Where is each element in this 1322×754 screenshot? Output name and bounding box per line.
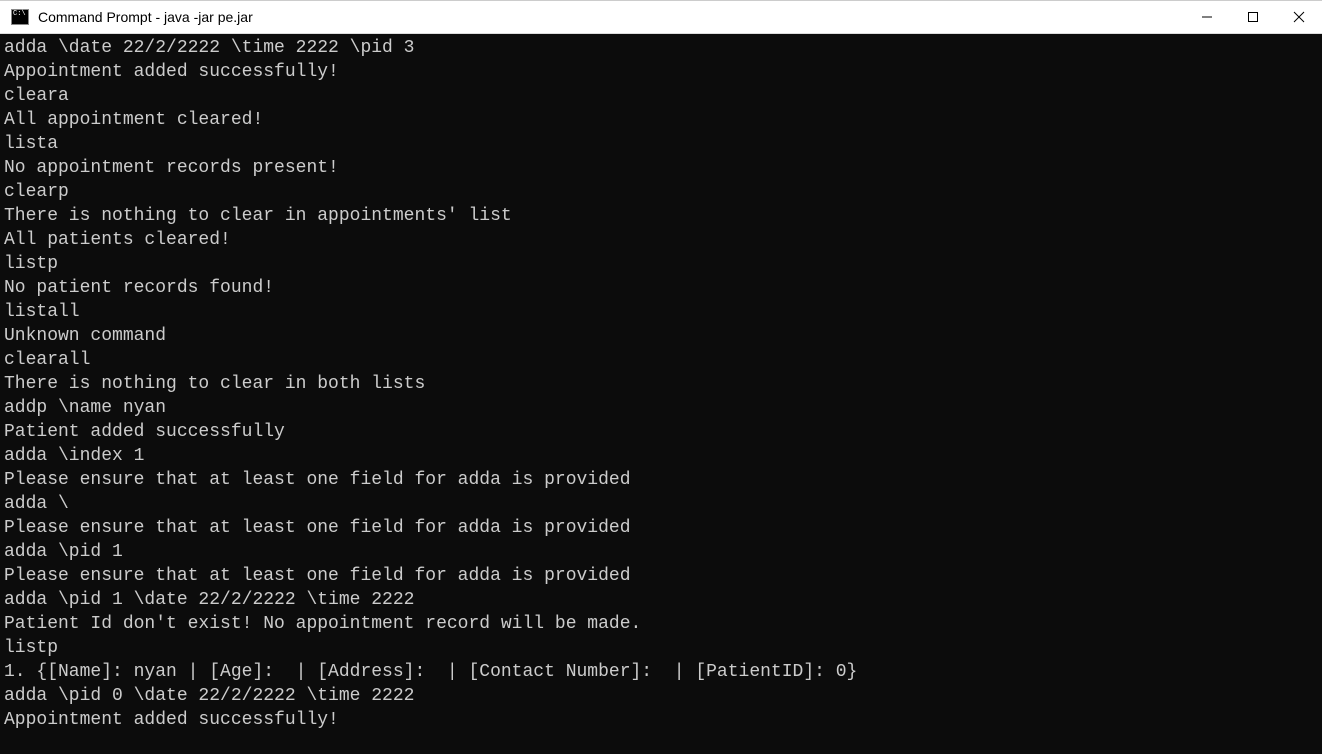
app-icon (10, 8, 30, 26)
terminal-output[interactable]: adda \date 22/2/2222 \time 2222 \pid 3Ap… (0, 34, 1322, 754)
terminal-line: Unknown command (4, 324, 1318, 348)
terminal-line: adda \index 1 (4, 444, 1318, 468)
terminal-line: listall (4, 300, 1318, 324)
terminal-line: Please ensure that at least one field fo… (4, 564, 1318, 588)
titlebar[interactable]: Command Prompt - java -jar pe.jar (0, 1, 1322, 34)
terminal-line: addp \name nyan (4, 396, 1318, 420)
terminal-line: clearp (4, 180, 1318, 204)
close-icon (1293, 11, 1305, 23)
terminal-line: clearall (4, 348, 1318, 372)
terminal-line: listp (4, 636, 1318, 660)
maximize-button[interactable] (1230, 1, 1276, 33)
window-controls (1184, 1, 1322, 33)
terminal-line: There is nothing to clear in appointment… (4, 204, 1318, 228)
terminal-line: Please ensure that at least one field fo… (4, 516, 1318, 540)
terminal-line: listp (4, 252, 1318, 276)
terminal-line: 1. {[Name]: nyan | [Age]: | [Address]: |… (4, 660, 1318, 684)
terminal-line: All patients cleared! (4, 228, 1318, 252)
terminal-line: No appointment records present! (4, 156, 1318, 180)
terminal-line: Patient Id don't exist! No appointment r… (4, 612, 1318, 636)
minimize-button[interactable] (1184, 1, 1230, 33)
terminal-line: Appointment added successfully! (4, 708, 1318, 732)
terminal-line: All appointment cleared! (4, 108, 1318, 132)
terminal-line: No patient records found! (4, 276, 1318, 300)
command-prompt-window: Command Prompt - java -jar pe.jar adda \… (0, 0, 1322, 754)
terminal-line: adda \ (4, 492, 1318, 516)
maximize-icon (1248, 12, 1258, 22)
terminal-line: Patient added successfully (4, 420, 1318, 444)
terminal-line: adda \pid 1 (4, 540, 1318, 564)
terminal-line: lista (4, 132, 1318, 156)
terminal-line: Appointment added successfully! (4, 60, 1318, 84)
close-button[interactable] (1276, 1, 1322, 33)
minimize-icon (1202, 12, 1212, 22)
terminal-line: adda \date 22/2/2222 \time 2222 \pid 3 (4, 36, 1318, 60)
terminal-line: There is nothing to clear in both lists (4, 372, 1318, 396)
terminal-line: adda \pid 0 \date 22/2/2222 \time 2222 (4, 684, 1318, 708)
terminal-line: cleara (4, 84, 1318, 108)
terminal-line: adda \pid 1 \date 22/2/2222 \time 2222 (4, 588, 1318, 612)
window-title: Command Prompt - java -jar pe.jar (38, 9, 1184, 25)
command-prompt-icon (11, 9, 29, 25)
terminal-line: Please ensure that at least one field fo… (4, 468, 1318, 492)
